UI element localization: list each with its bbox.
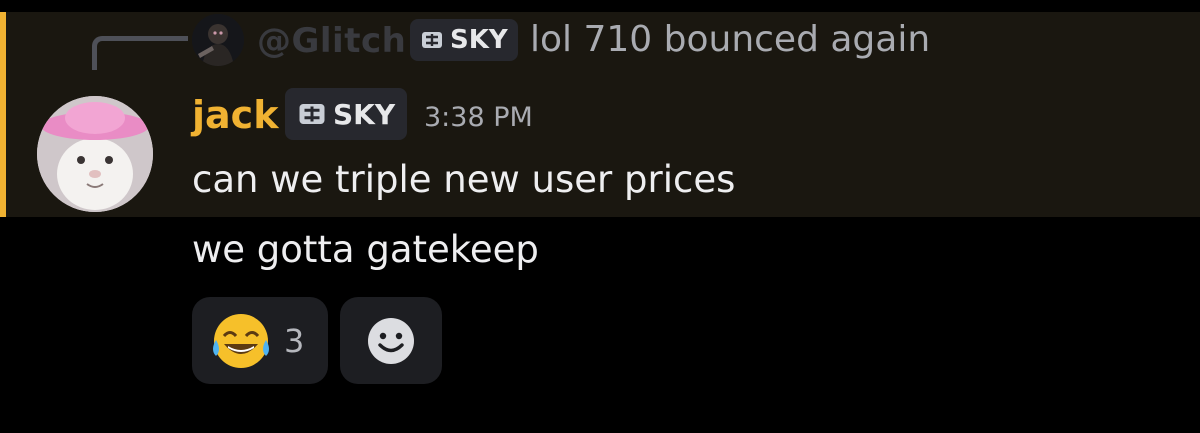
add-reaction-button[interactable] — [340, 297, 442, 384]
reply-avatar[interactable] — [192, 14, 244, 66]
add-reaction-smiley-icon — [368, 317, 414, 364]
sky-tag-icon — [422, 32, 442, 48]
mention-highlight-bar — [0, 12, 6, 217]
message-line: can we triple new user prices — [192, 158, 736, 201]
message-timestamp: 3:38 PM — [424, 102, 533, 133]
author-name[interactable]: jack — [192, 92, 278, 138]
top-strip — [0, 0, 1200, 12]
reply-username[interactable]: @Glitch — [257, 19, 406, 63]
sky-tag-icon — [299, 104, 325, 124]
reaction-joy-button[interactable]: 3 — [192, 297, 328, 384]
reply-spine — [92, 36, 188, 70]
reply-avatar-image — [192, 14, 244, 66]
author-avatar[interactable] — [37, 96, 153, 212]
reply-server-tag[interactable]: SKY — [410, 19, 518, 61]
tears-of-joy-emoji-icon — [213, 313, 269, 368]
author-avatar-image — [37, 96, 153, 212]
reaction-count: 3 — [284, 321, 305, 360]
reply-tag-label: SKY — [450, 25, 508, 55]
author-tag-label: SKY — [333, 97, 396, 131]
message-line: we gotta gatekeep — [192, 228, 539, 271]
author-server-tag[interactable]: SKY — [285, 88, 408, 140]
reply-text[interactable]: lol 710 bounced again — [530, 17, 930, 63]
